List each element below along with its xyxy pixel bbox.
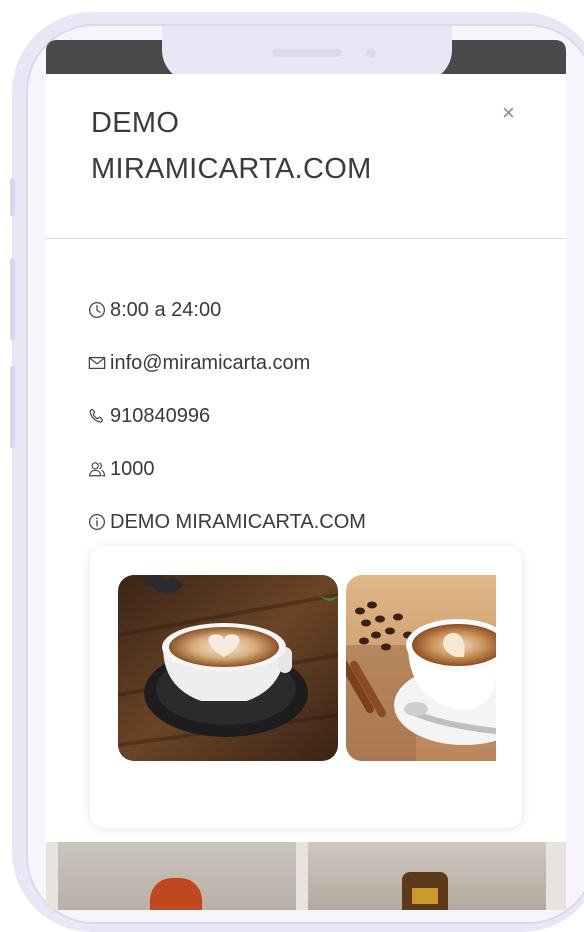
clock-icon xyxy=(88,301,106,319)
side-button xyxy=(10,366,15,448)
modal-title: DEMO MIRAMICARTA.COM xyxy=(91,100,471,192)
hours-text: 8:00 a 24:00 xyxy=(110,298,222,321)
notch-camera xyxy=(366,48,376,58)
phone-icon xyxy=(89,408,104,423)
notch-speaker xyxy=(272,49,342,57)
capacity-row: 1000 xyxy=(88,455,155,483)
capacity-text: 1000 xyxy=(110,457,155,480)
info-modal: DEMO MIRAMICARTA.COM × 8:00 a 24:00 info… xyxy=(46,74,566,842)
hours-row: 8:00 a 24:00 xyxy=(88,296,221,324)
gallery-photo[interactable] xyxy=(118,575,338,761)
side-button xyxy=(10,178,15,216)
phone-row[interactable]: 910840996 xyxy=(88,402,210,430)
about-row: DEMO MIRAMICARTA.COM xyxy=(88,508,366,536)
modal-title-line: MIRAMICARTA.COM xyxy=(91,153,372,185)
gallery-photo[interactable] xyxy=(346,575,496,761)
background-food-image xyxy=(150,878,202,910)
mail-icon xyxy=(88,356,106,370)
background-drink-label xyxy=(412,888,438,904)
side-button xyxy=(10,258,15,340)
phone-text[interactable]: 910840996 xyxy=(110,405,210,428)
about-text: DEMO MIRAMICARTA.COM xyxy=(110,510,366,533)
modal-title-line: DEMO xyxy=(91,107,180,139)
modal-header: DEMO MIRAMICARTA.COM × xyxy=(46,74,566,239)
info-icon xyxy=(88,513,106,531)
users-icon xyxy=(88,462,106,477)
close-button[interactable]: × xyxy=(502,100,515,126)
email-text[interactable]: info@miramicarta.com xyxy=(110,352,310,375)
gallery-card xyxy=(90,546,522,828)
cappuccino-image xyxy=(346,575,496,761)
email-row[interactable]: info@miramicarta.com xyxy=(88,349,310,377)
latte-image xyxy=(118,575,338,761)
